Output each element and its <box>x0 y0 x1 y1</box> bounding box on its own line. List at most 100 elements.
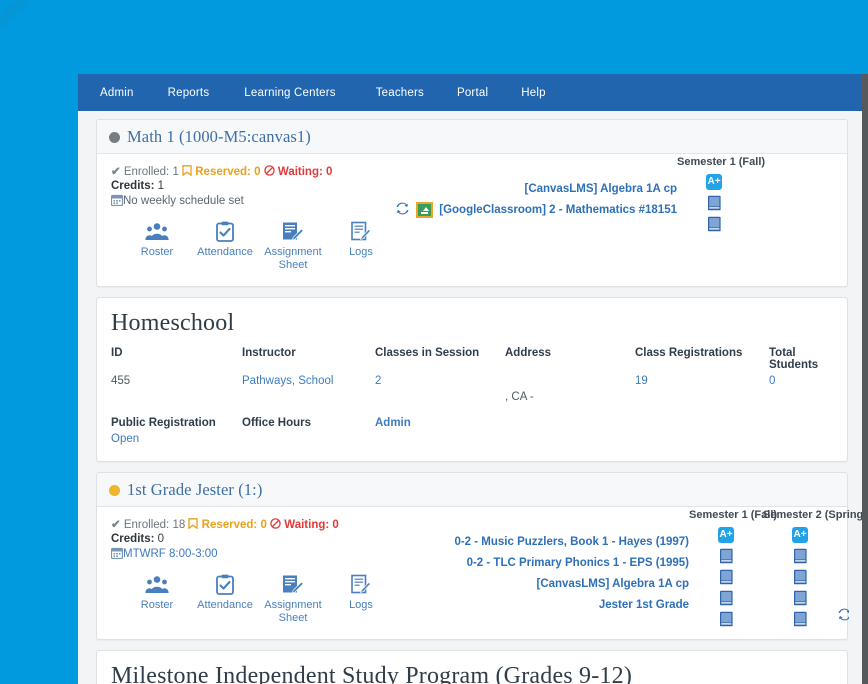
waiting-label: Waiting: <box>284 519 330 531</box>
gradebook-icon[interactable] <box>793 569 808 585</box>
nav-item-reports[interactable]: Reports <box>168 87 210 99</box>
gradebook-cell <box>677 192 751 213</box>
check-icon: ✔ <box>111 519 121 531</box>
class-registrations-value[interactable]: 19 <box>635 375 769 387</box>
gradebook-cell <box>763 566 837 587</box>
schedule-value[interactable]: MTWRF 8:00-3:00 <box>123 548 218 560</box>
class-title[interactable]: 1st Grade Jester (1:) <box>127 480 262 500</box>
waiting-count: 0 <box>326 166 333 178</box>
action-roster[interactable]: Roster <box>123 574 191 625</box>
action-label: Attendance <box>197 246 253 258</box>
sync-icon-cutoff[interactable] <box>837 607 849 627</box>
office-hours-value <box>242 433 375 445</box>
course-row: 0-2 - Music Puzzlers, Book 1 - Hayes (19… <box>454 531 689 552</box>
office-hours-label: Office Hours <box>242 417 312 429</box>
class-title[interactable]: Math 1 (1000-M5:canvas1) <box>127 127 311 147</box>
sync-icon-wrap[interactable] <box>395 201 410 219</box>
window-scrollbar[interactable] <box>862 74 868 684</box>
grade-badge-cell: A+ <box>763 524 837 545</box>
gradebook-icon[interactable] <box>707 195 722 211</box>
action-attendance[interactable]: Attendance <box>191 221 259 272</box>
class-card-body: ✔ Enrolled: 18 Reserved: 0 Waiting: 0 Cr… <box>97 507 862 639</box>
gradebook-icon-wrap[interactable] <box>793 569 808 585</box>
gradebook-icon-wrap[interactable] <box>793 548 808 564</box>
semester-grid: 0-2 - Music Puzzlers, Book 1 - Hayes (19… <box>454 509 862 629</box>
roster-icon <box>145 223 169 240</box>
gradebook-icon-wrap[interactable] <box>707 216 722 232</box>
gradebook-icon-wrap[interactable] <box>707 195 722 211</box>
gradebook-icon[interactable] <box>719 611 734 627</box>
class-card: 1st Grade Jester (1:) ✔ Enrolled: 18 Res… <box>96 472 862 640</box>
admin-link[interactable]: Admin <box>375 417 505 429</box>
google-classroom-icon[interactable] <box>416 201 434 218</box>
action-assignment-sheet[interactable]: Assignment Sheet <box>259 221 327 272</box>
app-window: Admin Reports Learning Centers Teachers Port… <box>78 74 868 684</box>
gradebook-icon[interactable] <box>719 548 734 564</box>
instructor-value[interactable]: Pathways, School <box>242 375 375 387</box>
reserved-flag-icon <box>188 518 199 530</box>
nav-item-portal[interactable]: Portal <box>457 87 488 99</box>
course-row: 0-2 - TLC Primary Phonics 1 - EPS (1995) <box>454 552 689 573</box>
course-link[interactable]: 0-2 - TLC Primary Phonics 1 - EPS (1995) <box>467 557 689 569</box>
gradebook-icon-wrap[interactable] <box>719 548 734 564</box>
attendance-icon <box>216 574 234 595</box>
action-attendance[interactable]: Attendance <box>191 574 259 625</box>
a-plus-icon[interactable]: A+ <box>718 526 734 543</box>
total-students-value[interactable]: 0 <box>769 375 833 387</box>
attendance-icon <box>191 574 259 596</box>
gradebook-icon-wrap[interactable] <box>793 590 808 606</box>
school-card: Milestone Independent Study Program (Gra… <box>96 650 848 684</box>
page-scroll-area[interactable]: Math 1 (1000-M5:canvas1) ✔ Enrolled: 1 R… <box>78 111 862 684</box>
enrolled-label: Enrolled: <box>123 519 170 531</box>
credits-value: 0 <box>157 533 165 545</box>
gradebook-icon[interactable] <box>719 590 734 606</box>
action-logs[interactable]: Logs <box>327 221 395 272</box>
enrolled-count: 18 <box>172 519 186 531</box>
logs-icon <box>327 574 395 596</box>
classes-in-session-value[interactable]: 2 <box>375 375 505 387</box>
gradebook-icon[interactable] <box>719 569 734 585</box>
id-value: 455 <box>111 375 131 387</box>
gradebook-cell <box>689 587 763 608</box>
waiting-clock-icon <box>263 165 275 176</box>
nav-item-teachers[interactable]: Teachers <box>376 87 424 99</box>
gradebook-icon[interactable] <box>793 548 808 564</box>
semester-header: Semester 2 (Spring) <box>763 509 862 521</box>
gradebook-icon-wrap[interactable] <box>793 611 808 627</box>
action-label: Assignment Sheet <box>264 599 322 624</box>
address-label: Address <box>505 347 552 359</box>
public-registration-label: Public Registration <box>111 417 216 429</box>
nav-item-help[interactable]: Help <box>521 87 545 99</box>
action-roster[interactable]: Roster <box>123 221 191 272</box>
action-label: Roster <box>140 599 174 611</box>
action-label: Roster <box>140 246 174 258</box>
action-label: Attendance <box>197 599 253 611</box>
class-card-header: 1st Grade Jester (1:) <box>97 473 847 507</box>
id-label: ID <box>111 347 123 359</box>
action-logs[interactable]: Logs <box>327 574 395 625</box>
credits-label: Credits: <box>111 180 155 192</box>
school-title: Homeschool <box>111 310 235 336</box>
course-link[interactable]: Jester 1st Grade <box>599 599 689 611</box>
nav-item-learning-centers[interactable]: Learning Centers <box>244 87 335 99</box>
a-plus-icon[interactable]: A+ <box>706 173 722 190</box>
public-registration-value[interactable]: Open <box>111 433 242 445</box>
gradebook-icon-wrap[interactable] <box>719 569 734 585</box>
course-link[interactable]: [GoogleClassroom] 2 - Mathematics #18151 <box>439 204 677 216</box>
waiting-clock-icon <box>270 518 281 529</box>
sync-icon[interactable] <box>395 201 410 216</box>
waiting-count: 0 <box>332 519 339 531</box>
gradebook-icon-wrap[interactable] <box>719 590 734 606</box>
action-assignment-sheet[interactable]: Assignment Sheet <box>259 574 327 625</box>
gradebook-icon[interactable] <box>793 590 808 606</box>
course-link[interactable]: [CanvasLMS] Algebra 1A cp <box>524 183 677 195</box>
a-plus-icon[interactable]: A+ <box>792 526 808 543</box>
nav-item-admin[interactable]: Admin <box>100 87 134 99</box>
course-link[interactable]: [CanvasLMS] Algebra 1A cp <box>536 578 689 590</box>
semester-column: Semester 2 (Spring) A+ <box>763 509 862 629</box>
gradebook-icon[interactable] <box>707 216 722 232</box>
course-link[interactable]: 0-2 - Music Puzzlers, Book 1 - Hayes (19… <box>454 536 689 548</box>
gradebook-icon[interactable] <box>793 611 808 627</box>
sync-icon[interactable] <box>837 607 849 622</box>
gradebook-icon-wrap[interactable] <box>719 611 734 627</box>
